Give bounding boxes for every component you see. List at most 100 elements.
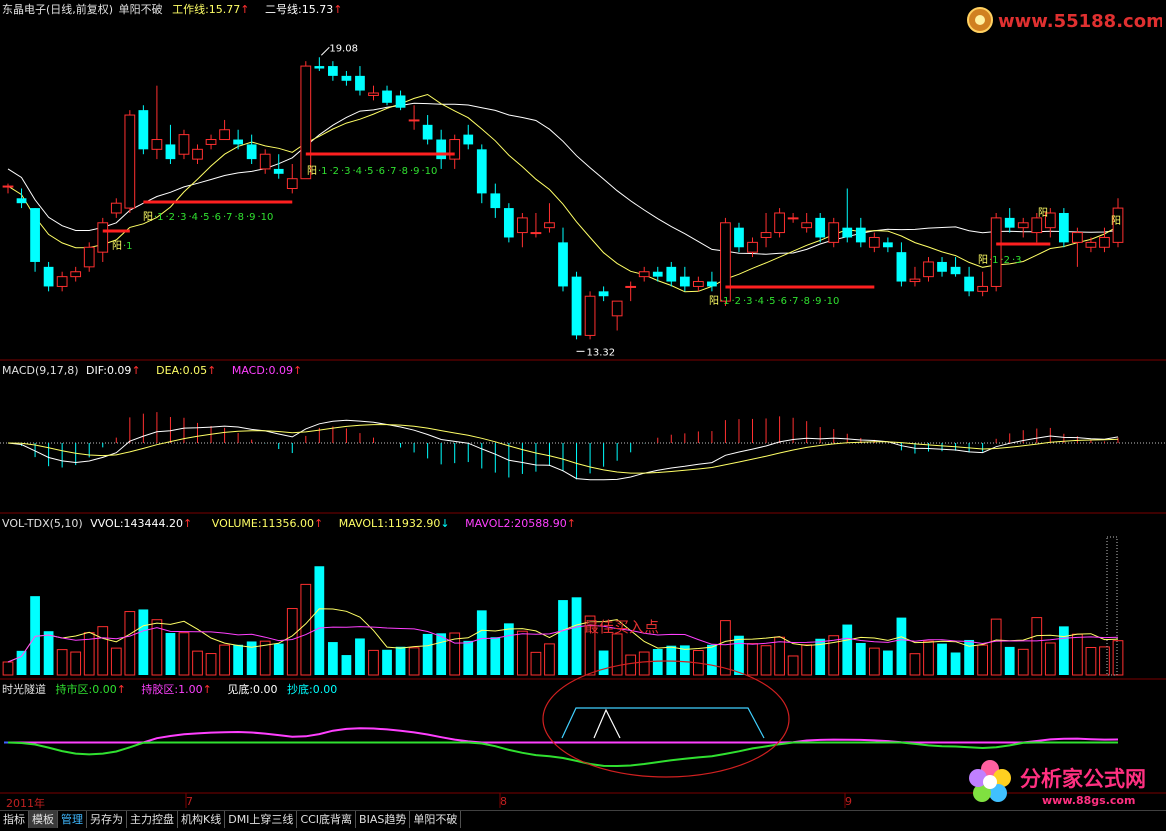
buy-point-ellipse — [542, 660, 790, 778]
volume-bar — [896, 617, 907, 675]
bottom-signal-trapezoid — [561, 707, 765, 739]
low-price-label: 13.32 — [587, 347, 616, 358]
volume-bar — [842, 624, 853, 675]
volume-bar — [1044, 642, 1056, 676]
volume-bar — [517, 630, 528, 676]
candle-body — [368, 92, 379, 96]
volume-bar — [97, 626, 109, 676]
count-label: ·6 — [212, 212, 222, 223]
vol-mavol1: MAVOL1:11932.90 — [338, 517, 441, 530]
tab-cci-divergence[interactable]: CCI底背离 — [297, 811, 357, 828]
tab-save-as[interactable]: 另存为 — [87, 811, 127, 828]
count-label: ·10 — [422, 166, 438, 177]
volume-bar — [1058, 626, 1069, 675]
date-tick-august: 8 — [500, 795, 507, 808]
candle-body — [950, 266, 961, 275]
candle-body — [625, 285, 637, 288]
high-pointer — [320, 46, 330, 56]
volume-bar — [883, 650, 893, 675]
vol-mavol2: MAVOL2:20588.90 — [465, 517, 567, 530]
vol-mavol2-arrow: ↑ — [566, 517, 576, 530]
candle-body — [964, 276, 974, 292]
date-tick-year: 2011年 — [6, 797, 45, 810]
candle-body — [259, 153, 271, 170]
tab-indicator[interactable]: 指标 — [0, 811, 29, 828]
chart-window[interactable]: 19.08 13.32 阳 ·1 阳 ·1·2·3·4·5·6·7·8·9·10 阳 ·1·2… — [0, 0, 1166, 828]
count-label: ·3 — [177, 212, 187, 223]
candle-body — [883, 242, 893, 248]
count-label: ·5 — [766, 296, 776, 307]
candle-body — [422, 124, 433, 140]
formula-tab-bar: 指标 模板 管理 另存为 主力控盘 机构K线 DMI上穿三线 CCI底背离 BI… — [0, 810, 1166, 829]
volume-bar — [70, 651, 82, 676]
tab-template[interactable]: 模板 — [29, 811, 58, 828]
count-label: ·2 — [732, 296, 742, 307]
volume-bar — [666, 645, 677, 675]
candle-body — [1058, 212, 1069, 243]
count-label: ·8 — [399, 166, 409, 177]
candle-body — [341, 75, 352, 81]
volume-bar — [138, 609, 149, 675]
volume-bar — [503, 623, 514, 675]
volume-bar — [490, 637, 501, 675]
candle-body — [787, 217, 799, 220]
bottom-signal-triangle — [593, 708, 621, 739]
candle-body — [896, 252, 907, 282]
count-label: ·3 — [1012, 255, 1022, 266]
watermark-bottom-text: 分析家公式网 — [1020, 767, 1146, 791]
tab-main-control[interactable]: 主力控盘 — [127, 811, 178, 828]
yang-label: 阳 — [1038, 207, 1048, 219]
volume-bar — [544, 643, 555, 676]
count-label: ·1 — [720, 296, 730, 307]
volume-bar — [1112, 640, 1124, 676]
candle-body — [584, 295, 596, 336]
candle-body — [1099, 236, 1110, 248]
tunnel-hold-market: 持市区:0.00 — [55, 683, 117, 696]
yang-label: 阳 — [709, 295, 719, 307]
candle-body — [977, 285, 989, 292]
count-label: ·1 — [123, 241, 133, 252]
candle-body — [598, 291, 609, 297]
date-tick-july: 7 — [186, 795, 193, 808]
macd-dif: DIF:0.09 — [86, 364, 132, 377]
volume-bar — [395, 646, 406, 675]
volume-bar — [355, 638, 365, 675]
tab-bias-trend[interactable]: BIAS趋势 — [356, 811, 411, 828]
candle-body — [382, 90, 392, 103]
count-label: ·3 — [743, 296, 753, 307]
candle-body — [83, 246, 95, 268]
volume-bar — [774, 636, 785, 676]
chart-canvas[interactable]: 19.0813.32阳 ·1阳 ·1·2·3·4·5·6·7·8·9·10阳 ·1·2… — [0, 0, 1166, 828]
count-label: ·7 — [387, 166, 397, 177]
candle-body — [801, 222, 813, 229]
tunnel-hold-coin: 持胶区:1.00 — [141, 683, 203, 696]
watermark-top-text: www.55188.com — [998, 11, 1162, 32]
candle-body — [868, 236, 880, 248]
volume-bar — [625, 654, 637, 676]
volume-bar — [56, 649, 68, 676]
candle-body — [503, 208, 514, 238]
tab-single-yang[interactable]: 单阳不破 — [410, 811, 462, 828]
volume-bar — [977, 644, 989, 676]
candle-body — [747, 241, 758, 253]
candle-body — [97, 222, 109, 253]
candle-body — [205, 139, 217, 145]
candle-body — [219, 129, 230, 141]
macd-header: MACD(9,17,8) DIF:0.09↑ DEA:0.05↑ MACD:0.… — [2, 363, 308, 379]
candle-body — [408, 119, 420, 122]
candle-body — [707, 281, 717, 287]
candle-body — [692, 281, 704, 287]
tab-institution-kline[interactable]: 机构K线 — [178, 811, 226, 828]
volume-placeholder-bar — [1106, 536, 1118, 676]
count-label: ·2 — [1001, 255, 1011, 266]
volume-bar — [382, 649, 392, 675]
watermark-logo-top: www.55188.com — [966, 6, 1165, 34]
candle-body — [760, 232, 772, 238]
count-label: ·8 — [801, 296, 811, 307]
tab-manage[interactable]: 管理 — [58, 811, 87, 828]
candle-body — [395, 95, 406, 108]
yang-label: 阳 — [1111, 215, 1121, 227]
volume-bar — [408, 647, 420, 676]
candle-body — [815, 217, 826, 238]
tab-dmi-cross[interactable]: DMI上穿三线 — [225, 811, 298, 828]
